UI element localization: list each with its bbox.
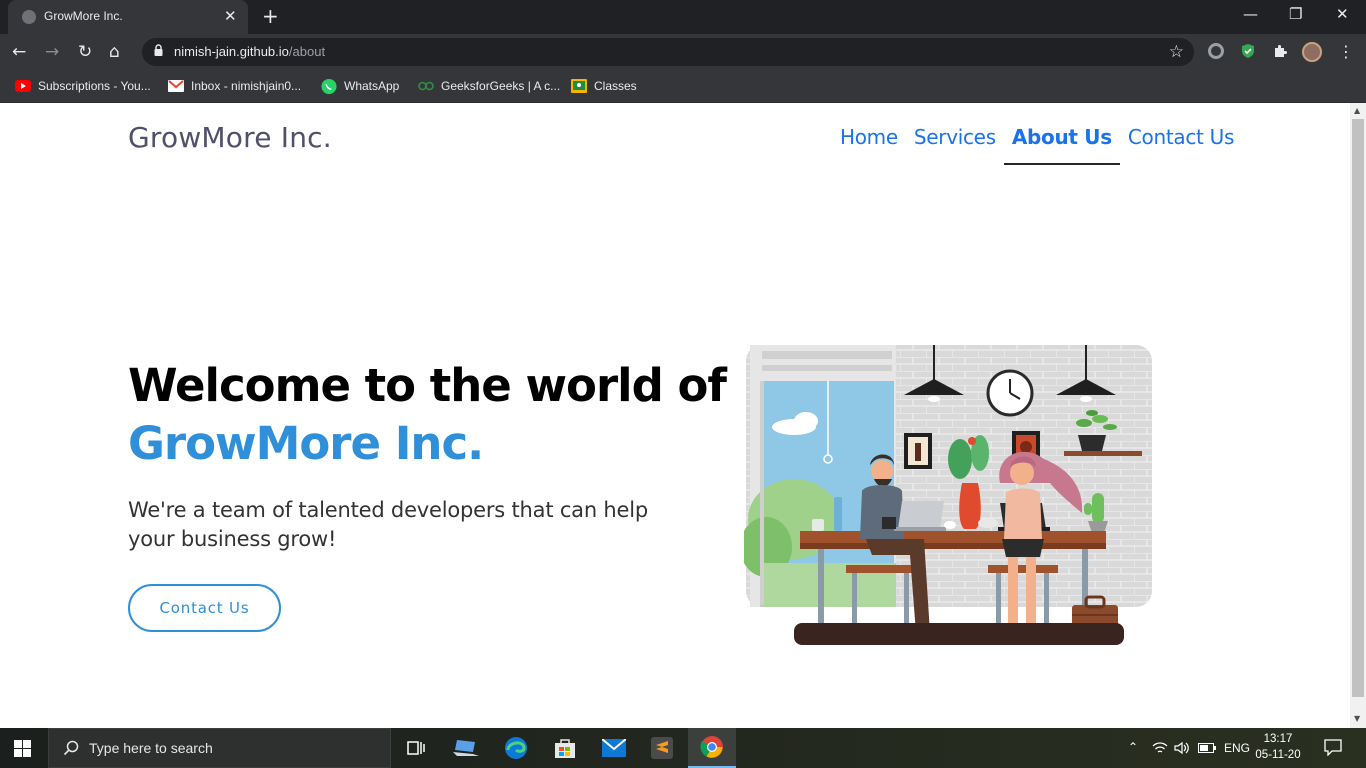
- restore-icon[interactable]: ❐: [1289, 4, 1302, 24]
- url-text: nimish-jain.github.io/about: [174, 44, 325, 59]
- store-icon[interactable]: [541, 728, 589, 768]
- bookmark-inbox[interactable]: Inbox - nimishjain0...: [168, 77, 301, 95]
- tab-title: GrowMore Inc.: [44, 9, 123, 23]
- bookmark-star-icon[interactable]: ☆: [1169, 41, 1184, 63]
- site-brand[interactable]: GrowMore Inc.: [128, 121, 332, 154]
- edge-icon[interactable]: [492, 728, 540, 768]
- bookmark-label: WhatsApp: [344, 79, 400, 93]
- lock-icon: [154, 44, 163, 56]
- bookmark-label: Inbox - nimishjain0...: [191, 79, 302, 93]
- menu-icon[interactable]: ⋮: [1338, 40, 1354, 64]
- browser-tab[interactable]: GrowMore Inc. ✕: [8, 0, 248, 34]
- profile-avatar[interactable]: [1302, 42, 1322, 62]
- home-icon[interactable]: ⌂: [109, 40, 120, 64]
- nav-about-us[interactable]: About Us: [1003, 125, 1120, 165]
- scroll-thumb[interactable]: [1352, 119, 1364, 697]
- bookmarks-bar: Subscriptions - You... Inbox - nimishjai…: [0, 70, 1366, 103]
- shield-extension-icon[interactable]: [1240, 43, 1256, 59]
- whatsapp-icon: [321, 78, 337, 94]
- extension-circle-icon[interactable]: [1208, 43, 1224, 59]
- taskbar-clock[interactable]: 13:17 05-11-20: [1252, 731, 1304, 763]
- gmail-icon: [168, 78, 184, 94]
- scroll-up-icon[interactable]: ▲: [1354, 106, 1360, 115]
- nav-services[interactable]: Services: [906, 125, 1004, 165]
- url-host: nimish-jain.github.io: [174, 44, 289, 59]
- clock-date: 05-11-20: [1255, 749, 1301, 761]
- contact-us-button[interactable]: Contact Us: [128, 584, 281, 632]
- google-classroom-icon: [571, 78, 587, 94]
- windows-taskbar: Type here to search ⌃ ENG 13:17 05-11-20: [0, 728, 1366, 768]
- hero-heading-brand: GrowMore Inc.: [128, 417, 484, 470]
- battery-icon[interactable]: [1198, 743, 1216, 753]
- page-scrollbar[interactable]: ▲ ▼: [1350, 103, 1366, 728]
- scroll-down-icon[interactable]: ▼: [1354, 714, 1360, 723]
- page-viewport: GrowMore Inc. Home Services About Us Con…: [0, 103, 1350, 728]
- nav-contact-us[interactable]: Contact Us: [1120, 125, 1242, 165]
- taskbar-search-placeholder: Type here to search: [89, 740, 213, 756]
- sublime-text-icon[interactable]: [638, 728, 686, 768]
- office-illustration: [744, 345, 1152, 645]
- reload-icon[interactable]: ↻: [78, 40, 92, 64]
- site-nav: Home Services About Us Contact Us: [832, 125, 1242, 165]
- youtube-icon: [15, 78, 31, 94]
- bookmark-classes[interactable]: Classes: [571, 77, 637, 95]
- bookmark-whatsapp[interactable]: WhatsApp: [321, 77, 399, 95]
- taskbar-search-box[interactable]: Type here to search: [48, 728, 391, 768]
- minimize-icon[interactable]: —: [1243, 4, 1258, 24]
- hero-subtext: We're a team of talented developers that…: [128, 498, 649, 551]
- browser-tabstrip: GrowMore Inc. ✕ + — ❐ ✕: [0, 0, 1366, 34]
- globe-icon: [22, 10, 36, 24]
- task-view-icon[interactable]: [392, 728, 440, 768]
- volume-icon[interactable]: [1174, 741, 1190, 755]
- search-icon: [63, 740, 79, 756]
- mail-icon[interactable]: [590, 728, 638, 768]
- browser-toolbar: ← → ↻ ⌂ nimish-jain.github.io/about ☆ ⋮: [0, 34, 1366, 70]
- bookmark-geeksforgeeks[interactable]: GeeksforGeeks | A c...: [418, 77, 560, 95]
- tab-close-icon[interactable]: ✕: [224, 7, 237, 25]
- address-bar[interactable]: nimish-jain.github.io/about ☆: [142, 38, 1194, 66]
- back-icon[interactable]: ←: [12, 40, 26, 64]
- laptop-icon[interactable]: [442, 728, 490, 768]
- close-window-icon[interactable]: ✕: [1336, 4, 1349, 24]
- language-indicator[interactable]: ENG: [1224, 741, 1250, 755]
- geeksforgeeks-icon: [418, 78, 434, 94]
- url-path: /about: [288, 44, 326, 59]
- notification-icon[interactable]: [1324, 739, 1342, 756]
- bookmark-label: GeeksforGeeks | A c...: [441, 79, 561, 93]
- chevron-up-icon[interactable]: ⌃: [1128, 740, 1138, 754]
- bookmark-subscriptions[interactable]: Subscriptions - You...: [15, 77, 151, 95]
- bookmark-label: Subscriptions - You...: [38, 79, 151, 93]
- puzzle-extensions-icon[interactable]: [1272, 43, 1288, 59]
- clock-time: 13:17: [1263, 733, 1293, 745]
- nav-home[interactable]: Home: [832, 125, 906, 165]
- wifi-icon[interactable]: [1152, 741, 1168, 755]
- hero-heading-line1: Welcome to the world of: [128, 359, 727, 412]
- hero-heading: Welcome to the world of GrowMore Inc.: [128, 357, 727, 473]
- windows-start-icon[interactable]: [14, 740, 31, 757]
- forward-icon[interactable]: →: [45, 40, 59, 64]
- new-tab-icon[interactable]: +: [262, 4, 279, 28]
- chrome-icon[interactable]: [688, 728, 736, 768]
- bookmark-label: Classes: [594, 79, 637, 93]
